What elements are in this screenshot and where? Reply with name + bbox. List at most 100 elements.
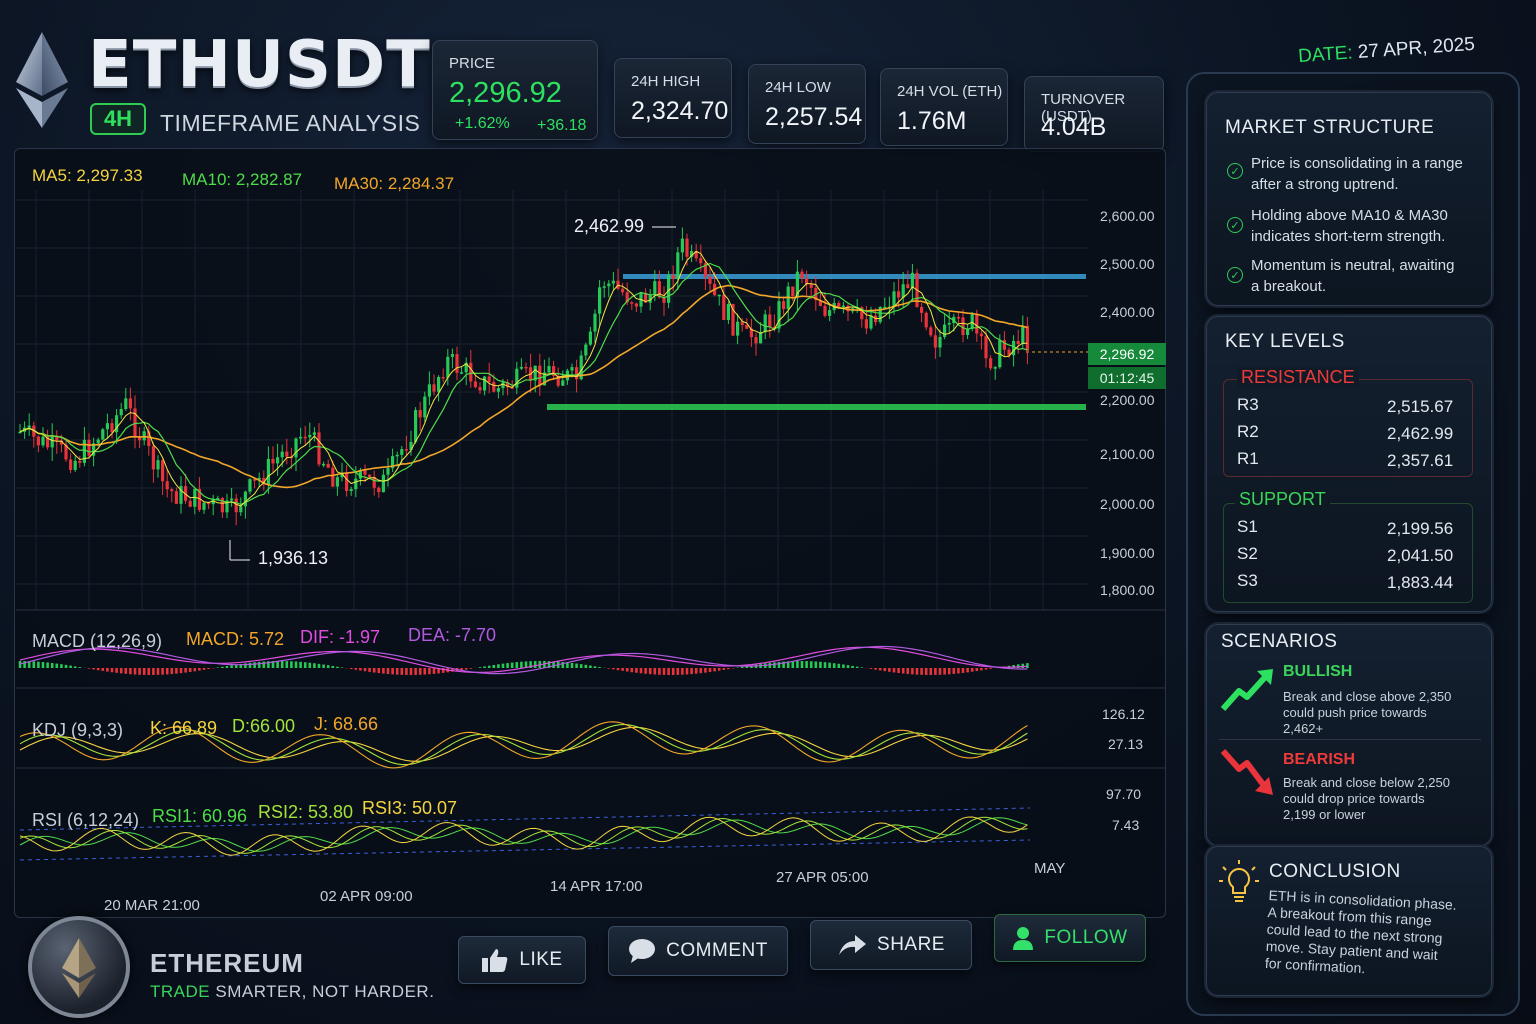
macd-histogram-bar [515,662,519,668]
macd-histogram-bar [331,665,335,668]
candle-body [248,479,252,492]
check-icon: ✓ [1227,217,1243,233]
candle-body [395,454,399,457]
y-tick-label: 1,900.00 [1100,545,1155,561]
macd-histogram-bar [225,666,229,668]
candle-body [956,316,960,319]
macd-histogram-bar [115,668,118,673]
macd-histogram-bar [184,668,187,673]
macd-histogram-bar [372,668,376,673]
macd-histogram-bar [87,668,91,669]
rsi2-value: RSI2: 53.80 [258,802,354,822]
macd-histogram-bar [1026,663,1029,668]
kdj-axis-top: 126.12 [1102,706,1145,722]
macd-histogram-bar [589,665,592,668]
bearish-arrow-icon [1220,749,1273,795]
high-value: 2,324.70 [631,97,729,125]
macd-histogram-bar [101,668,105,671]
macd-histogram-bar [892,668,896,673]
y-tick-label: 2,100.00 [1100,446,1155,462]
comment-button[interactable]: COMMENT [608,926,788,976]
candle-body [133,408,137,437]
x-tick-5: MAY [1034,860,1066,877]
macd-histogram-bar [809,661,813,668]
macd-histogram-bar [855,666,859,668]
candle-body [460,372,464,374]
macd-histogram-bar [906,668,910,674]
macd-histogram-bar [938,668,942,675]
candle-body [423,396,427,418]
candle-body [947,322,951,325]
macd-histogram-bar [520,661,523,668]
share-button[interactable]: SHARE [810,920,972,970]
y-tick-label: 1,800.00 [1100,582,1155,598]
candle-body [492,381,496,392]
candle-body [685,238,689,257]
candle-body [271,458,275,464]
date-label: DATE: [1297,42,1354,68]
macd-histogram-bar [202,668,206,670]
macd-histogram-bar [952,668,956,674]
scenarios-card: SCENARIOS BULLISH Break and close above … [1206,624,1492,846]
candle-body [276,457,280,464]
candle-body [989,358,993,369]
macd-histogram-bar [805,661,808,668]
turnover-value: 4.04B [1041,113,1107,141]
macd-histogram-bar [142,668,146,675]
turnover-card: TURNOVER (USDT) 4.04B [1024,76,1164,152]
candle-body [73,460,77,470]
candle-body [598,287,602,314]
macd-histogram-bar [469,668,473,669]
macd-histogram-bar [869,668,873,669]
candle-body [722,294,726,320]
candle-body [427,384,431,397]
macd-histogram-bar [317,663,321,668]
macd-value: MACD: 5.72 [186,629,285,649]
candle-body [473,381,477,388]
timeframe-badge[interactable]: 4H [90,103,146,135]
macd-histogram-bar [368,668,371,672]
macd-histogram-bar [313,663,316,668]
resistance-name-r2: R2 [1237,422,1259,441]
candle-body [768,314,772,327]
macd-histogram-bar [299,661,302,668]
macd-histogram-bar [823,662,827,668]
macd-histogram-bar [133,668,137,675]
macd-histogram-bar [69,665,72,668]
current-price-tag: 2,296.92 [1088,343,1166,365]
macd-histogram-bar [253,662,256,668]
ethereum-coin-icon [62,938,96,998]
candle-body [828,310,832,316]
candle-body [892,291,896,307]
candle-body [101,429,105,440]
macd-histogram-bar [110,668,114,673]
candle-body [970,313,974,329]
macd-histogram-bar [819,661,822,668]
candle-body [777,301,781,329]
candle-body [188,500,192,507]
candle-body [483,376,487,391]
macd-histogram-bar [165,668,169,675]
candle-body [584,344,588,356]
macd-histogram-bar [694,668,698,674]
candlestick-chart[interactable] [16,190,1166,910]
follow-button[interactable]: FOLLOW [994,914,1146,962]
low-label: 24H LOW [765,79,831,96]
high-marker-label: 2,462.99 [574,216,645,236]
candle-body [961,317,965,336]
candle-body [782,301,786,310]
support-zone [547,404,1086,410]
macd-histogram-bar [570,662,574,668]
scenario-divider [1219,739,1481,740]
macd-histogram-bar [621,668,624,671]
candle-body [487,376,491,382]
macd-histogram-bar [722,668,726,670]
macd-histogram-bar [635,668,638,673]
macd-histogram-bar [616,668,620,671]
candle-body [69,459,73,470]
macd-histogram-bar [828,662,831,668]
candle-body [124,398,128,409]
candle-body [105,423,109,430]
like-button[interactable]: LIKE [458,936,586,984]
candle-body [726,304,730,320]
